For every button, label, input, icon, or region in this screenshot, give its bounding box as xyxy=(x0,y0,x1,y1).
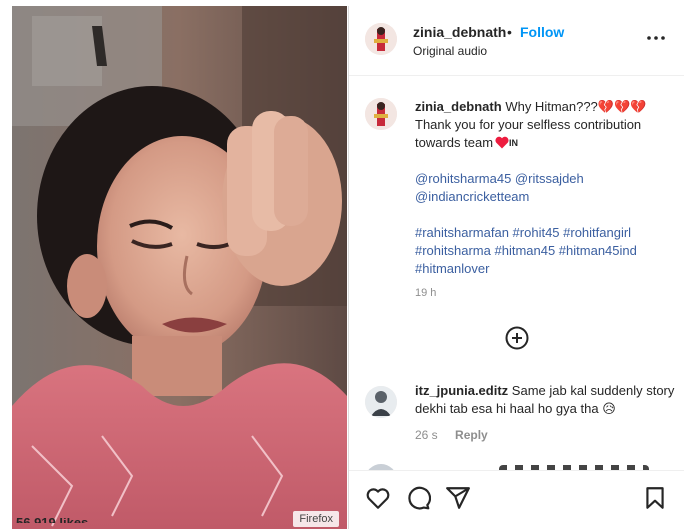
caption-team-text: towards team xyxy=(415,135,494,150)
partial-comment-item xyxy=(349,462,684,470)
mention-link[interactable]: @indiancricketteam xyxy=(415,188,675,206)
commenter-username[interactable]: itz_jpunia.editz xyxy=(415,383,508,398)
comment-meta: 26 s Reply xyxy=(415,426,677,444)
india-flag-text: IN xyxy=(509,138,519,148)
caption-text: zinia_debnath Why Hitman???💔💔💔 Thank you… xyxy=(415,98,675,302)
comment-icon[interactable] xyxy=(405,485,431,511)
bookmark-icon[interactable] xyxy=(642,485,668,511)
mention-link[interactable]: @rohitsharma45 xyxy=(415,171,511,186)
avatar-image xyxy=(365,386,397,418)
caption-avatar[interactable] xyxy=(365,98,397,130)
mention-line: @rohitsharma45 @ritssajdeh xyxy=(415,170,675,188)
hashtag-line[interactable]: #rohitsharma #hitman45 #hitman45ind xyxy=(415,242,675,260)
page-background xyxy=(0,0,12,529)
comment-timestamp: 26 s xyxy=(415,428,438,442)
avatar-image xyxy=(365,23,397,55)
separator-dot: • xyxy=(507,24,512,40)
reel-video[interactable]: Firefox xyxy=(12,6,347,529)
caption-line: Thank you for your selfless contribution xyxy=(415,117,642,132)
author-username[interactable]: zinia_debnath xyxy=(413,24,506,40)
reply-button[interactable]: Reply xyxy=(455,428,488,442)
hashtag-line[interactable]: #hitmanlover xyxy=(415,260,675,278)
caption-title: Why Hitman???💔💔💔 xyxy=(505,99,647,114)
hashtag-line[interactable]: #rahitsharmafan #rohit45 #rohitfangirl xyxy=(415,224,675,242)
commenter-avatar[interactable] xyxy=(365,386,397,418)
browser-overlay-label: Firefox xyxy=(293,511,339,527)
mention-link[interactable]: @ritssajdeh xyxy=(515,171,584,186)
post-header: zinia_debnath • Follow Original audio xyxy=(349,6,684,76)
post-actions-bar xyxy=(349,470,684,529)
caption-line-team: towards team IN xyxy=(415,134,675,152)
audio-label[interactable]: Original audio xyxy=(413,44,487,58)
send-icon[interactable] xyxy=(445,485,471,511)
likes-count[interactable]: 56,919 likes xyxy=(16,518,88,523)
avatar-image xyxy=(365,98,397,130)
more-horizontal-icon[interactable] xyxy=(646,28,666,48)
heart-icon[interactable] xyxy=(365,485,391,511)
red-heart-icon xyxy=(495,136,509,149)
video-frame xyxy=(12,6,347,529)
caption-username[interactable]: zinia_debnath xyxy=(415,99,502,114)
comment-body: itz_jpunia.editz Same jab kal suddenly s… xyxy=(415,382,677,444)
author-avatar[interactable] xyxy=(365,23,397,55)
post-side-panel: zinia_debnath • Follow Original audio zi… xyxy=(348,6,684,529)
caption-first-line: zinia_debnath Why Hitman???💔💔💔 xyxy=(415,98,675,116)
post-timestamp[interactable]: 19 h xyxy=(415,284,675,302)
follow-button[interactable]: Follow xyxy=(520,24,564,40)
load-more-comments-icon[interactable] xyxy=(505,326,529,350)
